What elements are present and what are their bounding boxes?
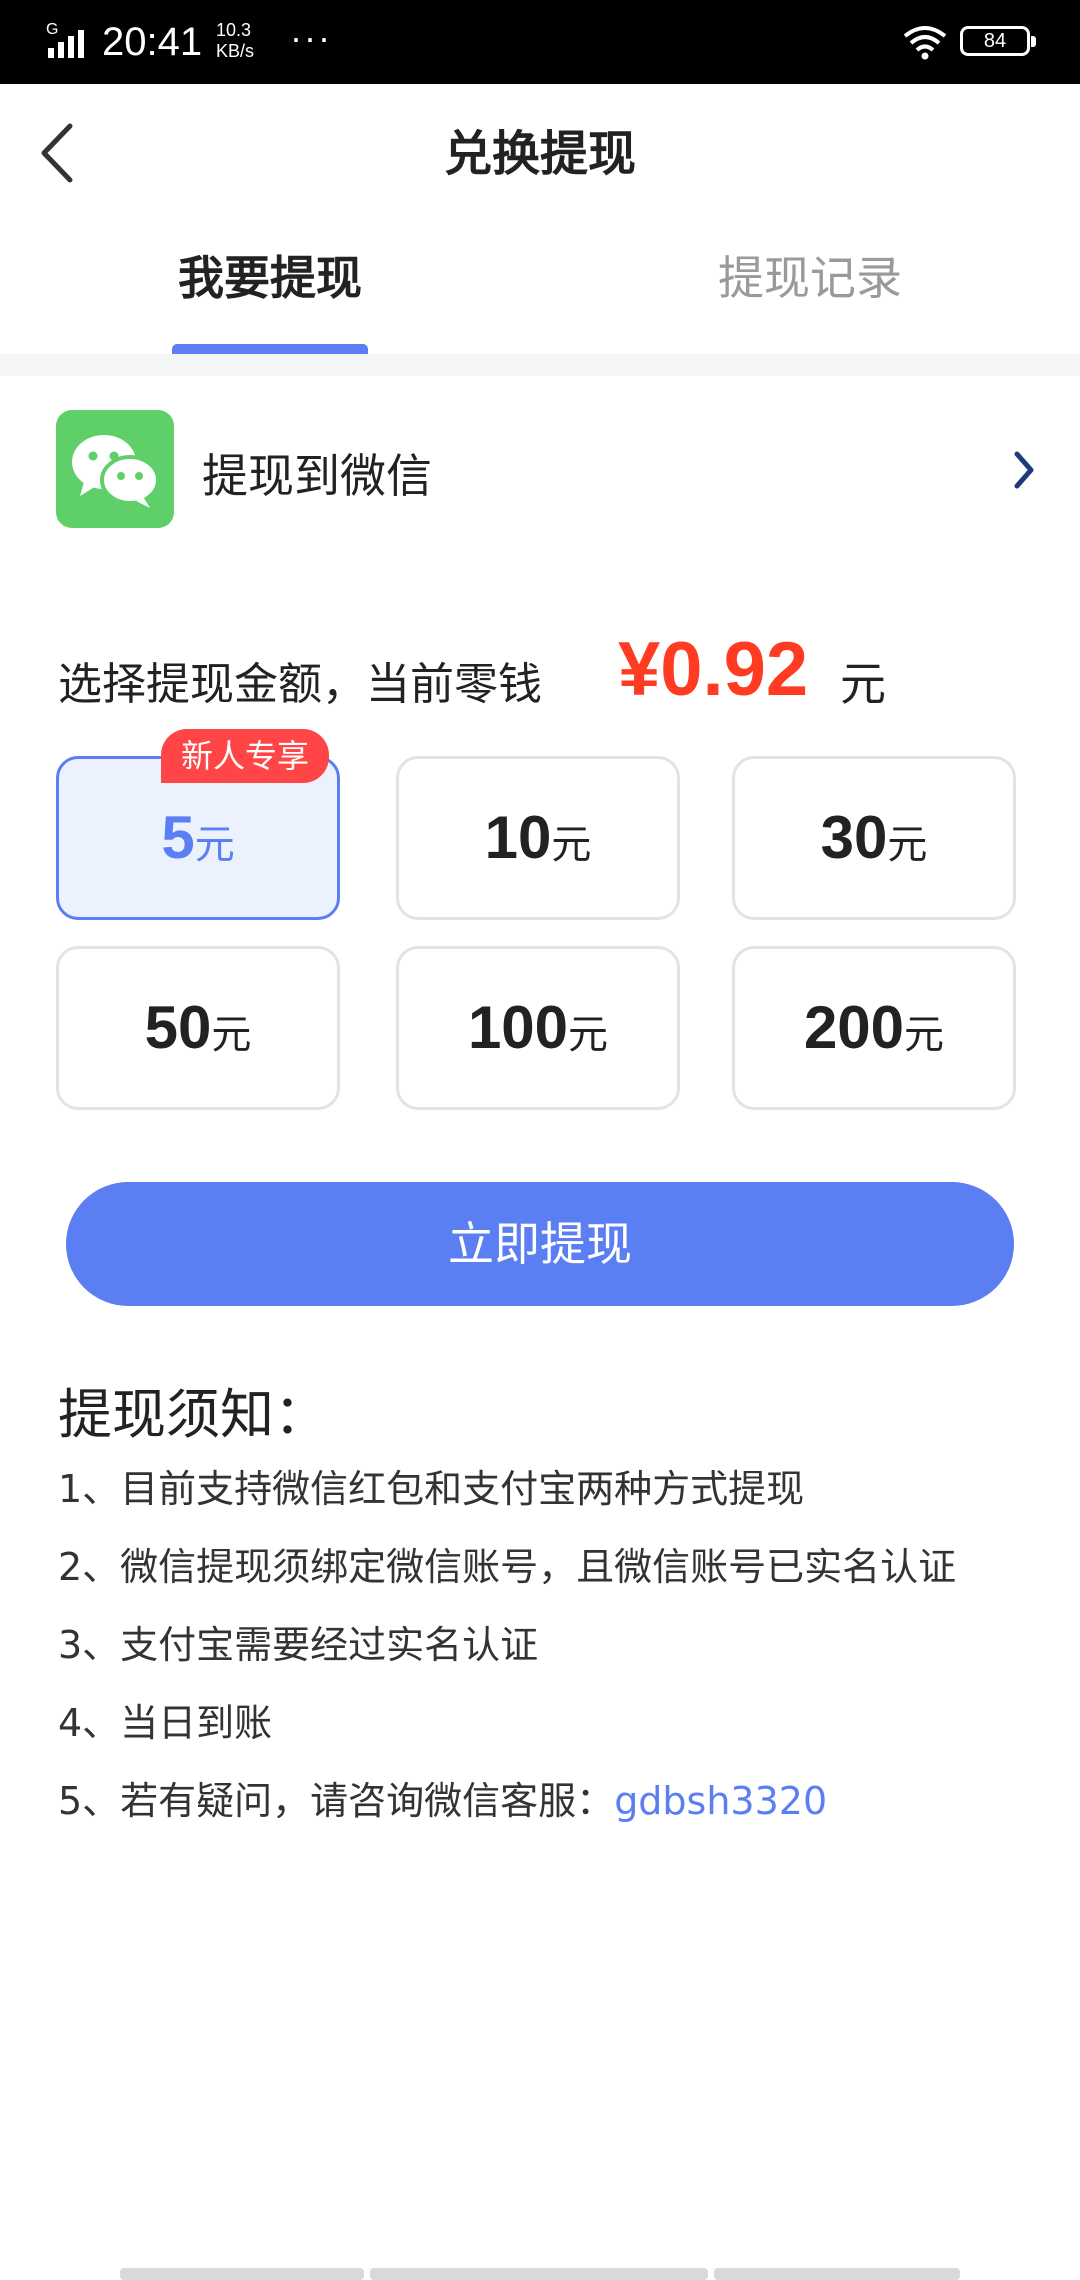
withdraw-to-wechat-row[interactable]: 提现到微信 [0, 376, 1080, 566]
notes-title: 提现须知： [58, 1383, 328, 1446]
notes-list: 1、目前支持微信红包和支付宝两种方式提现 2、微信提现须绑定微信账号，且微信账号… [58, 1460, 1048, 1850]
amount-options: 新人专享 5元 10元 30元 50元 100元 200元 [56, 729, 1022, 1112]
network-type: G [46, 21, 58, 38]
wechat-label: 提现到微信 [202, 449, 432, 503]
option-value: 5 [161, 804, 195, 871]
signal-icon: G [46, 21, 84, 58]
new-user-badge: 新人专享 [161, 729, 330, 783]
amount-option-10[interactable]: 10元 [396, 756, 680, 920]
bottom-scroll-hint [120, 2268, 960, 2280]
amount-option-5[interactable]: 新人专享 5元 [56, 729, 340, 920]
option-unit: 元 [551, 822, 592, 868]
option-unit: 元 [211, 1012, 252, 1058]
section-divider [0, 354, 1080, 376]
note-item: 3、支付宝需要经过实名认证 [58, 1623, 539, 1667]
note-item: 1、目前支持微信红包和支付宝两种方式提现 [58, 1467, 805, 1511]
wechat-icon [56, 410, 174, 528]
balance-unit: 元 [840, 657, 886, 711]
amount-option-100[interactable]: 100元 [396, 946, 680, 1110]
note-item-contact: 5、若有疑问，请咨询微信客服：gdbsh3320 [58, 1772, 1048, 1850]
header: 兑换提现 [0, 84, 1080, 214]
wechat-service-id-link[interactable]: gdbsh3320 [614, 1779, 827, 1823]
status-bar: G 20:41 10.3 KB/s ··· 84 [0, 0, 1080, 84]
network-speed-value: 10.3 [216, 20, 252, 40]
option-value: 100 [467, 994, 569, 1061]
balance-heading: 选择提现金额，当前零钱 ¥0.92 元 [58, 626, 1058, 716]
balance-value: ¥0.92 [618, 627, 809, 712]
hint-bar [714, 2268, 960, 2280]
note-item: 2、微信提现须绑定微信账号，且微信账号已实名认证 [58, 1545, 957, 1589]
withdraw-now-button[interactable]: 立即提现 [66, 1182, 1014, 1306]
wifi-icon [903, 26, 947, 60]
option-value: 10 [484, 804, 552, 871]
amount-label: 选择提现金额，当前零钱 [58, 659, 542, 710]
option-unit: 元 [887, 822, 928, 868]
option-value: 50 [144, 994, 212, 1061]
note-contact-prefix: 5、若有疑问，请咨询微信客服： [58, 1779, 615, 1823]
tab-withdraw[interactable]: 我要提现 [120, 242, 420, 308]
page-title: 兑换提现 [443, 126, 636, 182]
tab-withdraw-history[interactable]: 提现记录 [660, 242, 960, 308]
chevron-right-icon [1014, 451, 1034, 489]
note-item: 4、当日到账 [58, 1701, 273, 1745]
more-dots-icon: ··· [290, 17, 332, 58]
amount-option-200[interactable]: 200元 [732, 946, 1016, 1110]
amount-option-30[interactable]: 30元 [732, 756, 1016, 920]
option-unit: 元 [194, 822, 235, 868]
tab-bar: 我要提现 提现记录 [0, 214, 1080, 354]
network-speed-unit: KB/s [216, 41, 255, 61]
hint-bar [370, 2268, 708, 2280]
status-time: 20:41 [102, 20, 203, 64]
hint-bar [120, 2268, 364, 2280]
active-tab-indicator [172, 344, 368, 354]
option-unit: 元 [904, 1012, 945, 1058]
option-unit: 元 [568, 1012, 609, 1058]
amount-option-50[interactable]: 50元 [56, 946, 340, 1110]
option-value: 30 [820, 804, 888, 871]
network-speed: 10.3 KB/s [216, 20, 276, 62]
battery-icon: 84 [960, 26, 1036, 56]
option-value: 200 [803, 994, 905, 1061]
